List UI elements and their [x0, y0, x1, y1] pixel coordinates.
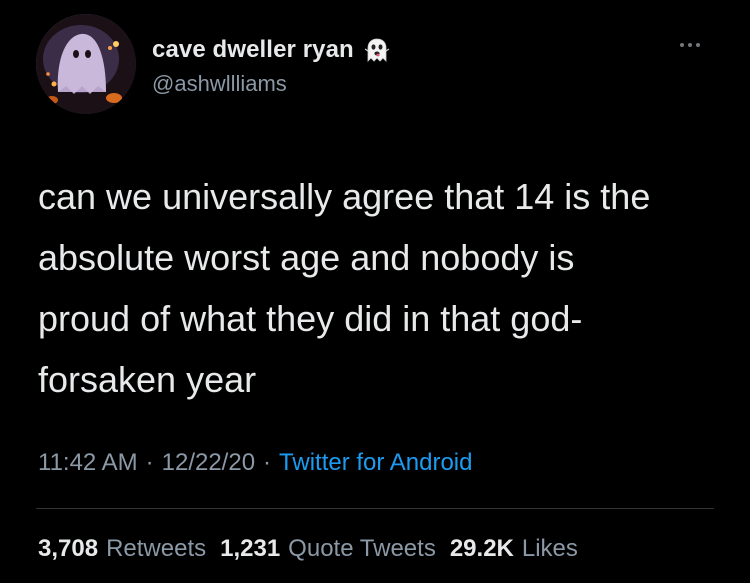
tweet-meta: 11:42 AM · 12/22/20 · Twitter for Androi…	[38, 449, 472, 477]
likes-count: 29.2K	[449, 535, 514, 562]
tweet-time[interactable]: 11:42 AM	[38, 449, 138, 477]
quote-tweets-label: Quote Tweets	[288, 535, 436, 562]
meta-separator: ·	[145, 449, 154, 476]
avatar-image	[36, 14, 136, 114]
author-handle[interactable]: @ashwllliams	[152, 71, 287, 97]
quote-tweets-stat[interactable]: 1,231 Quote Tweets	[220, 535, 436, 563]
retweets-stat[interactable]: 3,708 Retweets	[38, 535, 206, 563]
tweet-text: can we universally agree that 14 is the …	[38, 176, 651, 400]
likes-label: Likes	[521, 535, 578, 562]
tweet-stats: 3,708 Retweets 1,231 Quote Tweets 29.2K …	[38, 535, 578, 563]
divider	[36, 508, 714, 509]
meta-separator: ·	[263, 449, 272, 476]
ghost-emoji-icon	[364, 37, 390, 63]
tweet-card: cave dweller ryan @ashwllliams can we un…	[0, 0, 750, 583]
more-options-icon[interactable]	[680, 40, 710, 50]
avatar[interactable]	[36, 14, 136, 114]
retweets-count: 3,708	[38, 535, 99, 562]
tweet-source-link[interactable]: Twitter for Android	[279, 449, 472, 477]
author-display-name[interactable]: cave dweller ryan	[152, 36, 354, 64]
likes-stat[interactable]: 29.2K Likes	[450, 535, 578, 563]
tweet-date[interactable]: 12/22/20	[162, 449, 255, 477]
author-name-row: cave dweller ryan	[152, 36, 390, 64]
retweets-label: Retweets	[106, 535, 207, 562]
quote-tweets-count: 1,231	[220, 535, 281, 562]
